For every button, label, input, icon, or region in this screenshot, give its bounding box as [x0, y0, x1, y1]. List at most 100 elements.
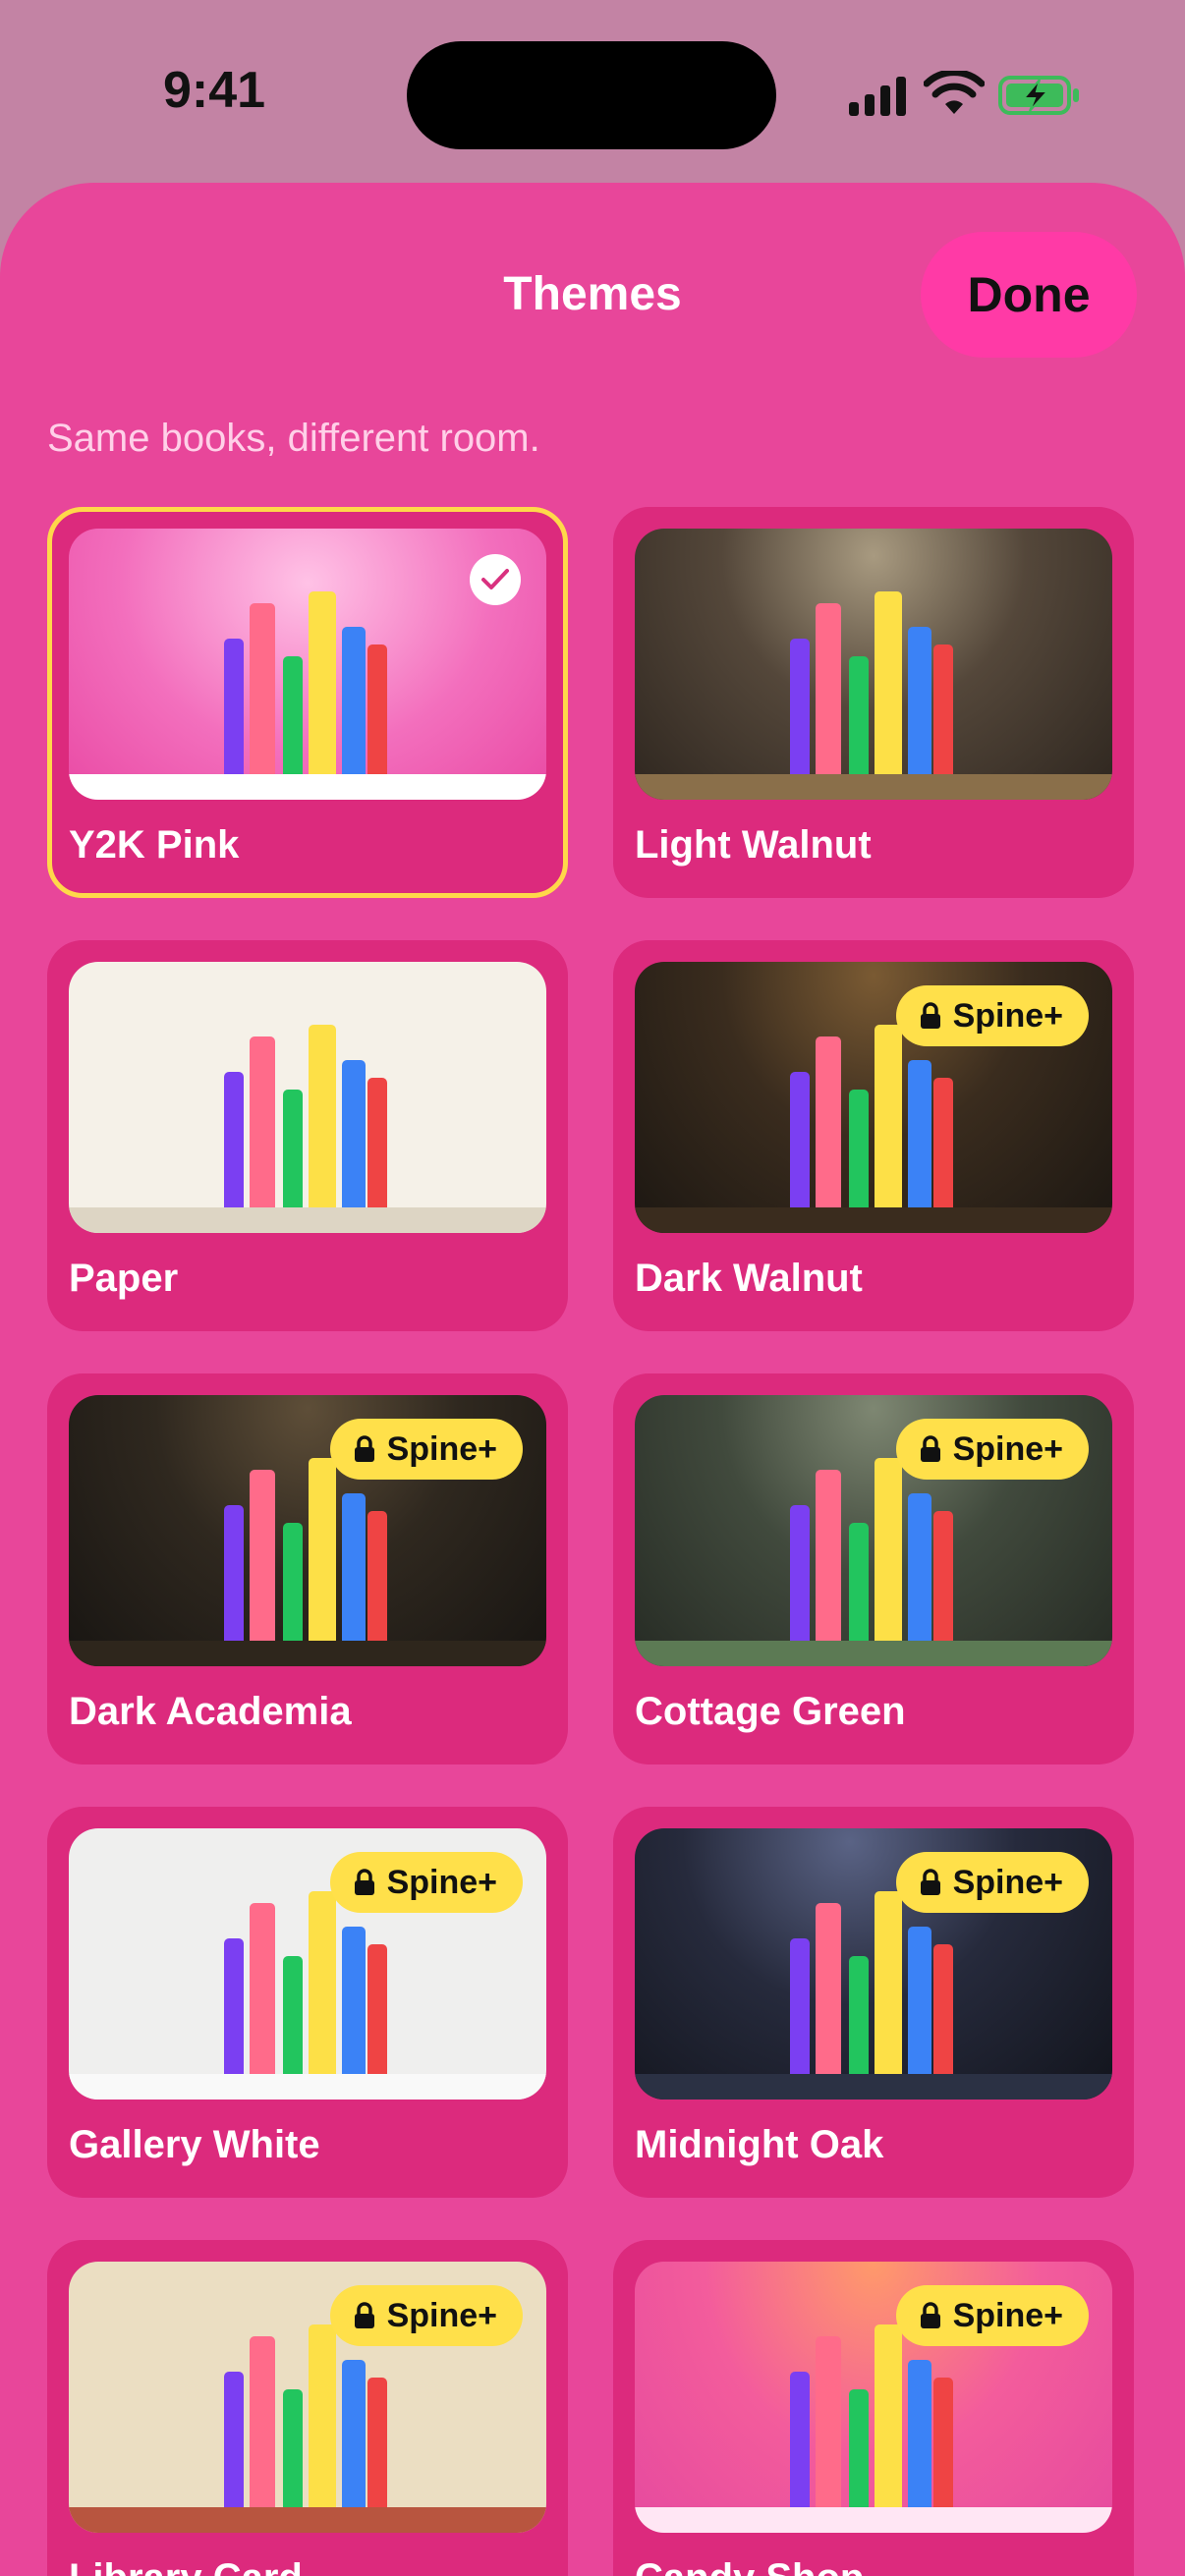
- book-spine: [816, 603, 841, 774]
- dynamic-island: [407, 41, 776, 149]
- book-spine: [250, 603, 275, 774]
- book-spine: [849, 1523, 869, 1641]
- theme-preview: Spine+: [635, 1395, 1112, 1666]
- theme-card[interactable]: Spine+ Gallery White: [47, 1807, 568, 2198]
- book-spine: [816, 1903, 841, 2074]
- book-spine: [816, 2336, 841, 2507]
- book-spine: [875, 1025, 902, 1207]
- premium-badge: Spine+: [895, 985, 1089, 1046]
- book-spine: [342, 627, 366, 774]
- book-spine: [908, 1927, 931, 2074]
- lock-icon: [354, 2302, 374, 2328]
- shelf: [69, 2074, 546, 2100]
- book-spine: [908, 1060, 931, 1207]
- cellular-signal-icon: [849, 77, 906, 116]
- book-spine: [283, 2389, 303, 2507]
- wifi-icon: [924, 71, 985, 114]
- book-row: [69, 962, 546, 1207]
- lock-icon: [354, 1869, 374, 1895]
- book-spine: [933, 2378, 953, 2507]
- book-spine: [790, 1072, 810, 1207]
- theme-card[interactable]: Light Walnut: [613, 507, 1134, 898]
- premium-badge-label: Spine+: [952, 1863, 1063, 1901]
- theme-preview: [69, 962, 546, 1233]
- status-time: 9:41: [162, 62, 266, 119]
- lock-icon: [920, 2302, 940, 2328]
- shelf: [69, 774, 546, 800]
- premium-badge: Spine+: [329, 1419, 523, 1480]
- theme-card[interactable]: Spine+ Midnight Oak: [613, 1807, 1134, 2198]
- book-spine: [849, 2389, 869, 2507]
- book-spine: [224, 639, 244, 774]
- theme-preview: Spine+: [69, 1828, 546, 2100]
- theme-preview: Spine+: [69, 1395, 546, 1666]
- premium-badge: Spine+: [895, 2285, 1089, 2346]
- book-spine: [933, 1078, 953, 1207]
- book-spine: [367, 644, 387, 774]
- selected-check-icon: [470, 554, 521, 605]
- theme-card[interactable]: Spine+ Cottage Green: [613, 1373, 1134, 1764]
- book-spine: [790, 639, 810, 774]
- book-spine: [933, 1511, 953, 1641]
- theme-name: Midnight Oak: [635, 2123, 884, 2166]
- shelf: [635, 1207, 1112, 1233]
- theme-name: Paper: [69, 1257, 179, 1300]
- theme-card[interactable]: Paper: [47, 940, 568, 1331]
- theme-preview: [635, 529, 1112, 800]
- theme-card[interactable]: Y2K Pink: [47, 507, 568, 898]
- shelf: [69, 2507, 546, 2533]
- theme-name: Y2K Pink: [69, 823, 240, 867]
- book-spine: [342, 1060, 366, 1207]
- book-spine: [875, 1891, 902, 2074]
- premium-badge-label: Spine+: [952, 1429, 1063, 1468]
- book-spine: [933, 1944, 953, 2074]
- book-spine: [250, 1903, 275, 2074]
- premium-badge-label: Spine+: [952, 996, 1063, 1035]
- book-spine: [250, 1036, 275, 1207]
- shelf: [635, 2074, 1112, 2100]
- theme-card[interactable]: Spine+ Candy Shop: [613, 2240, 1134, 2576]
- book-spine: [849, 656, 869, 774]
- theme-name: Candy Shop: [635, 2556, 864, 2576]
- book-spine: [283, 656, 303, 774]
- sheet-subtitle: Same books, different room.: [47, 417, 540, 460]
- theme-preview: Spine+: [69, 2262, 546, 2533]
- theme-preview: Spine+: [635, 962, 1112, 1233]
- book-spine: [875, 2324, 902, 2507]
- battery-charging-icon: [998, 76, 1079, 115]
- theme-card[interactable]: Spine+ Dark Academia: [47, 1373, 568, 1764]
- themes-sheet: Themes Done Same books, different room. …: [0, 183, 1185, 2576]
- book-spine: [309, 2324, 336, 2507]
- premium-badge-label: Spine+: [952, 2296, 1063, 2334]
- book-spine: [224, 1072, 244, 1207]
- book-spine: [849, 1956, 869, 2074]
- status-bar: 9:41: [0, 0, 1185, 187]
- premium-badge: Spine+: [895, 1852, 1089, 1913]
- premium-badge-label: Spine+: [386, 2296, 497, 2334]
- book-spine: [908, 627, 931, 774]
- theme-card[interactable]: Spine+ Dark Walnut: [613, 940, 1134, 1331]
- book-spine: [309, 1025, 336, 1207]
- theme-preview: Spine+: [635, 1828, 1112, 2100]
- theme-name: Light Walnut: [635, 823, 872, 867]
- book-spine: [790, 1938, 810, 2074]
- book-spine: [342, 1493, 366, 1641]
- book-spine: [816, 1036, 841, 1207]
- book-spine: [367, 1944, 387, 2074]
- done-button[interactable]: Done: [921, 232, 1137, 358]
- theme-card[interactable]: Spine+ Library Card: [47, 2240, 568, 2576]
- shelf: [635, 2507, 1112, 2533]
- book-spine: [283, 1523, 303, 1641]
- theme-name: Cottage Green: [635, 1690, 906, 1733]
- book-spine: [816, 1470, 841, 1641]
- book-spine: [224, 1938, 244, 2074]
- book-spine: [849, 1090, 869, 1207]
- book-spine: [908, 2360, 931, 2507]
- lock-icon: [920, 1002, 940, 1029]
- shelf: [635, 774, 1112, 800]
- premium-badge: Spine+: [329, 1852, 523, 1913]
- book-spine: [875, 1458, 902, 1641]
- shelf: [69, 1641, 546, 1666]
- theme-name: Library Card: [69, 2556, 303, 2576]
- lock-icon: [354, 1435, 374, 1462]
